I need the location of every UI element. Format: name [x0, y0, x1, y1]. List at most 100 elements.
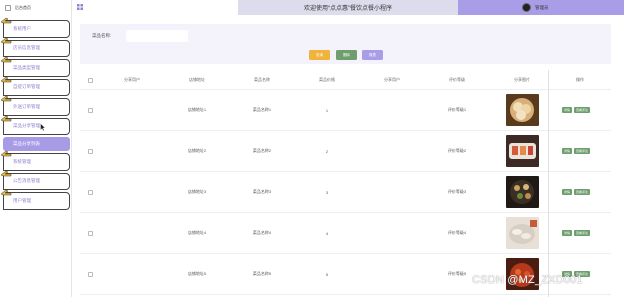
- price-cell: 4: [325, 230, 329, 236]
- mouse-cursor-icon: [40, 123, 46, 131]
- row-checkbox[interactable]: [87, 189, 93, 195]
- top-bar: 欢迎使用“点点惠”餐饮点餐小程序 管理员: [72, 0, 624, 15]
- sidebar-item-label: 用户管理: [13, 197, 31, 203]
- sidebar-item-dish-types[interactable]: 菜品类型管理: [0, 56, 70, 77]
- plane-icon: [0, 189, 12, 196]
- rating-cell: 评价等级1: [447, 107, 467, 112]
- plane-icon: [0, 95, 12, 102]
- sidebar-item-label: 菜品分享管理: [13, 123, 40, 129]
- dish-image: [505, 176, 539, 208]
- row-select-cell[interactable]: [86, 131, 94, 171]
- address-cell: 店铺地址1: [187, 107, 207, 112]
- view-comments-button[interactable]: 查看评论: [574, 107, 591, 113]
- detail-button[interactable]: 详情: [562, 230, 573, 236]
- grid-menu-icon[interactable]: [77, 4, 83, 10]
- rating-cell: 评价等级3: [447, 189, 467, 194]
- user-menu[interactable]: 管理员: [458, 0, 624, 15]
- username: 管理员: [535, 4, 549, 10]
- dish-image: [505, 217, 539, 249]
- sidebar-brand[interactable]: 后台首页: [0, 0, 72, 16]
- address-cell: 店铺地址4: [187, 230, 207, 235]
- address-cell: 店铺地址3: [187, 189, 207, 194]
- sidebar-item-label: 外送订单管理: [13, 103, 40, 109]
- brand-label: 后台首页: [15, 5, 31, 10]
- row-actions: 详情 查看评论: [562, 90, 592, 130]
- price-cell: 2: [325, 148, 329, 154]
- dish-name-cell: 菜品名称4: [252, 230, 272, 235]
- detail-button[interactable]: 详情: [562, 107, 573, 113]
- sidebar-menu: 系统用户 店员信息管理 菜品类型管理 自提订单管理 外送订单管理 菜品分享管理: [0, 17, 72, 212]
- address-cell: 店铺地址2: [187, 148, 207, 153]
- search-button[interactable]: 查询: [309, 50, 330, 60]
- header-cell: 菜品名称: [254, 77, 270, 82]
- rating-cell: 评价等级4: [447, 230, 467, 235]
- sidebar-item-system-users[interactable]: 系统用户: [0, 17, 70, 38]
- dish-name-cell: 菜品名称1: [252, 107, 272, 112]
- sidebar-item-announcements[interactable]: 公告消息管理: [0, 170, 70, 190]
- select-all-checkbox[interactable]: [87, 77, 93, 83]
- sidebar-subitem-dish-share-list[interactable]: 菜品分享列表: [3, 137, 70, 151]
- watermark: CSDN @MZ_ZXD001: [472, 274, 583, 286]
- dish-image: [505, 94, 539, 126]
- search-input[interactable]: [126, 30, 188, 42]
- sidebar-item-label: 公告消息管理: [13, 178, 40, 184]
- row-actions: 详情 查看评论: [562, 172, 592, 212]
- home-icon: [5, 5, 11, 11]
- row-checkbox[interactable]: [87, 271, 93, 277]
- image-cell: [505, 172, 539, 212]
- row-checkbox[interactable]: [87, 107, 93, 113]
- sidebar-item-label: 自提订单管理: [13, 84, 40, 90]
- table-row: 店铺地址2 菜品名称2 2 评价等级2 详情 查看评论: [80, 131, 611, 172]
- header-cell: 评价等级: [449, 77, 465, 82]
- page-title: 欢迎使用“点点惠”餐饮点餐小程序: [238, 0, 458, 15]
- row-select-cell[interactable]: [86, 213, 94, 253]
- header-cell: 分享用户: [384, 77, 400, 82]
- data-table: 分享用户 店铺地址 菜品名称 菜品价格 分享用户 评价等级 分享图片 操作 店铺…: [80, 70, 611, 297]
- sidebar-item-system[interactable]: 系统管理: [0, 150, 70, 171]
- table-row: 店铺地址3 菜品名称3 3 评价等级3 详情 查看评论: [80, 172, 611, 213]
- table-header: 分享用户 店铺地址 菜品名称 菜品价格 分享用户 评价等级 分享图片 操作: [80, 70, 611, 90]
- price-cell: 5: [325, 271, 329, 277]
- sidebar-item-label: 系统管理: [13, 158, 31, 164]
- sidebar-item-dish-sharing[interactable]: 菜品分享管理: [0, 115, 70, 135]
- price-cell: 3: [325, 189, 329, 195]
- row-checkbox[interactable]: [87, 148, 93, 154]
- sidebar-item-delivery-orders[interactable]: 外送订单管理: [0, 95, 70, 116]
- delete-button[interactable]: 删除: [336, 50, 357, 60]
- sidebar-item-label: 店员信息管理: [13, 45, 40, 51]
- view-comments-button[interactable]: 查看评论: [574, 148, 591, 154]
- price-cell: 1: [325, 107, 329, 113]
- detail-button[interactable]: 详情: [562, 189, 573, 195]
- table-body: 店铺地址1 菜品名称1 1 评价等级1 详情 查看评论 店铺地址2 菜品名称2 …: [80, 90, 611, 295]
- table-row: 店铺地址4 菜品名称4 4 评价等级4 详情 查看评论: [80, 213, 611, 254]
- plane-icon: [0, 17, 12, 24]
- plane-icon: [0, 150, 12, 157]
- row-select-cell[interactable]: [86, 254, 94, 294]
- row-actions: 详情 查看评论: [562, 213, 592, 253]
- sidebar-subitem-label: 菜品分享列表: [13, 141, 40, 146]
- table-row: 店铺地址1 菜品名称1 1 评价等级1 详情 查看评论: [80, 90, 611, 131]
- sidebar-item-label: 系统用户: [13, 25, 31, 31]
- search-label: 菜品名称:: [92, 33, 112, 38]
- row-select-cell[interactable]: [86, 172, 94, 212]
- plane-icon: [0, 76, 12, 82]
- dish-name-cell: 菜品名称5: [252, 271, 272, 276]
- plane-icon: [0, 56, 12, 63]
- dish-name-cell: 菜品名称3: [252, 189, 272, 194]
- row-select-cell[interactable]: [86, 90, 94, 130]
- view-comments-button[interactable]: 查看评论: [574, 230, 591, 236]
- search-panel: 菜品名称: 查询 删除 报表: [80, 24, 611, 64]
- row-actions: 详情 查看评论: [562, 131, 592, 171]
- report-button[interactable]: 报表: [362, 50, 383, 60]
- header-cell: 分享图片: [514, 77, 530, 82]
- plane-icon: [0, 115, 12, 121]
- header-cell-select[interactable]: [86, 70, 94, 90]
- detail-button[interactable]: 详情: [562, 148, 573, 154]
- row-checkbox[interactable]: [87, 230, 93, 236]
- view-comments-button[interactable]: 查看评论: [574, 189, 591, 195]
- sidebar-item-staff[interactable]: 店员信息管理: [0, 37, 70, 57]
- sidebar-item-pickup-orders[interactable]: 自提订单管理: [0, 76, 70, 96]
- avatar: [522, 3, 531, 12]
- sidebar-item-users[interactable]: 用户管理: [0, 189, 70, 210]
- sidebar-item-label: 菜品类型管理: [13, 64, 40, 70]
